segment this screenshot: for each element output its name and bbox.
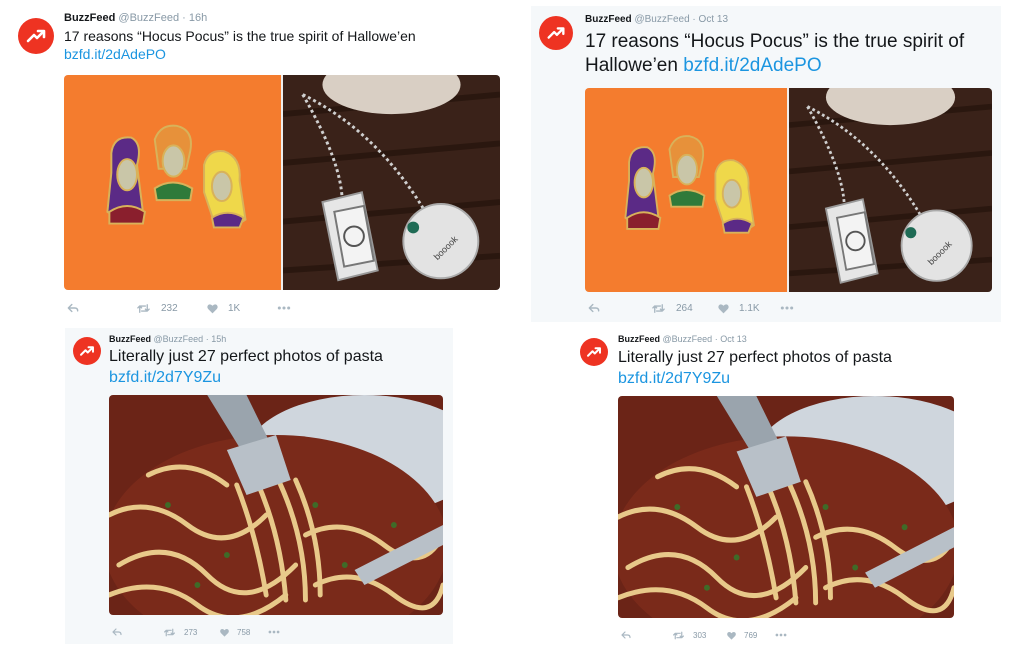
author-name[interactable]: BuzzFeed — [109, 334, 151, 344]
tweet-link[interactable]: bzfd.it/2d7Y9Zu — [618, 370, 730, 387]
tweet-text-body: Literally just 27 perfect photos of past… — [618, 349, 892, 366]
like-count: 1.1K — [739, 302, 760, 314]
pins-photo — [64, 75, 281, 290]
retweet-icon — [672, 629, 685, 642]
author-handle[interactable]: @BuzzFeed — [663, 334, 713, 344]
author-handle[interactable]: @BuzzFeed — [154, 334, 204, 344]
author-name[interactable]: BuzzFeed — [618, 334, 660, 344]
tweet-card: BuzzFeed @BuzzFeed · 15h Literally just … — [65, 328, 453, 644]
tweet-media[interactable] — [618, 396, 954, 618]
tweet-header: BuzzFeed @BuzzFeed · 16h — [64, 12, 207, 24]
tweet-card: BuzzFeed @BuzzFeed · Oct 13 17 reasons “… — [531, 6, 1001, 322]
tweet-text: 17 reasons “Hocus Pocus” is the true spi… — [585, 30, 990, 78]
tweet-link[interactable]: bzfd.it/2d7Y9Zu — [109, 369, 221, 386]
separator-dot: · — [692, 14, 696, 25]
separator-dot: · — [182, 12, 186, 24]
separator-dot: · — [205, 334, 209, 344]
buzzfeed-trending-arrow-icon — [24, 24, 48, 48]
author-handle[interactable]: @BuzzFeed — [118, 12, 179, 24]
reply-button[interactable] — [66, 301, 136, 315]
pasta-photo — [109, 395, 443, 615]
avatar[interactable] — [73, 337, 101, 365]
tweet-media[interactable]: booook — [585, 88, 992, 292]
retweet-button[interactable]: 264 — [651, 301, 717, 316]
retweet-button[interactable]: 273 — [163, 626, 219, 639]
pins-photo — [585, 88, 787, 292]
author-handle[interactable]: @BuzzFeed — [634, 14, 689, 25]
reply-button[interactable] — [587, 301, 651, 315]
retweet-icon — [651, 301, 666, 316]
like-button[interactable]: 1K — [206, 302, 276, 315]
tweet-text-body: 17 reasons “Hocus Pocus” is the true spi… — [64, 28, 416, 44]
avatar[interactable] — [539, 16, 573, 50]
reply-icon — [66, 301, 80, 315]
like-button[interactable]: 1.1K — [717, 302, 779, 315]
like-count: 758 — [237, 627, 251, 637]
action-bar: 264 1.1K — [587, 300, 795, 316]
retweet-button[interactable]: 303 — [672, 629, 726, 642]
like-count: 769 — [744, 630, 758, 640]
timestamp[interactable]: Oct 13 — [720, 334, 747, 344]
more-button[interactable] — [774, 628, 788, 642]
timestamp[interactable]: Oct 13 — [699, 14, 728, 25]
tweet-card: BuzzFeed @BuzzFeed · 16h 17 reasons “Hoc… — [8, 0, 513, 322]
tweet-text: 17 reasons “Hocus Pocus” is the true spi… — [64, 28, 494, 63]
separator-dot: · — [714, 334, 718, 344]
retweet-count: 232 — [161, 302, 178, 314]
ellipsis-icon — [779, 300, 795, 316]
more-button[interactable] — [779, 300, 795, 316]
author-name[interactable]: BuzzFeed — [64, 12, 115, 24]
heart-icon — [219, 627, 230, 638]
tweet-text-body: Literally just 27 perfect photos of past… — [109, 348, 383, 365]
tweet-header: BuzzFeed @BuzzFeed · 15h — [109, 334, 226, 344]
avatar[interactable] — [18, 18, 54, 54]
tweet-link[interactable]: bzfd.it/2dAdePO — [683, 55, 821, 76]
timestamp[interactable]: 15h — [211, 334, 226, 344]
action-bar: 303 769 — [620, 628, 788, 642]
ellipsis-icon — [774, 628, 788, 642]
pasta-photo — [618, 396, 954, 618]
like-button[interactable]: 769 — [726, 630, 774, 641]
reply-icon — [111, 626, 123, 638]
tweet-media[interactable]: booook — [64, 75, 500, 290]
tweet-text: Literally just 27 perfect photos of past… — [618, 347, 963, 389]
retweet-icon — [136, 301, 151, 316]
retweet-icon — [163, 626, 176, 639]
avatar[interactable] — [580, 338, 608, 366]
retweet-count: 303 — [693, 630, 707, 640]
ellipsis-icon — [267, 625, 281, 639]
tweet-card: BuzzFeed @BuzzFeed · Oct 13 Literally ju… — [572, 328, 972, 646]
action-bar: 273 758 — [111, 625, 281, 639]
necklace-photo: booook — [283, 75, 500, 290]
heart-icon — [726, 630, 737, 641]
retweet-button[interactable]: 232 — [136, 301, 206, 316]
author-name[interactable]: BuzzFeed — [585, 14, 632, 25]
reply-button[interactable] — [111, 626, 163, 638]
buzzfeed-trending-arrow-icon — [545, 22, 567, 44]
buzzfeed-trending-arrow-icon — [585, 343, 603, 361]
like-button[interactable]: 758 — [219, 627, 267, 638]
retweet-count: 264 — [676, 302, 693, 314]
like-count: 1K — [228, 302, 241, 314]
retweet-count: 273 — [184, 627, 198, 637]
tweet-link[interactable]: bzfd.it/2dAdePO — [64, 46, 166, 62]
tweet-header: BuzzFeed @BuzzFeed · Oct 13 — [585, 14, 728, 25]
action-bar: 232 1K — [66, 300, 292, 316]
more-button[interactable] — [267, 625, 281, 639]
heart-icon — [206, 302, 219, 315]
buzzfeed-trending-arrow-icon — [78, 342, 96, 360]
tweet-media[interactable] — [109, 395, 443, 615]
reply-icon — [587, 301, 601, 315]
tweet-text: Literally just 27 perfect photos of past… — [109, 346, 444, 388]
reply-icon — [620, 629, 632, 641]
tweet-header: BuzzFeed @BuzzFeed · Oct 13 — [618, 334, 747, 344]
necklace-photo: booook — [789, 88, 992, 292]
reply-button[interactable] — [620, 629, 672, 641]
ellipsis-icon — [276, 300, 292, 316]
more-button[interactable] — [276, 300, 292, 316]
timestamp[interactable]: 16h — [189, 12, 207, 24]
heart-icon — [717, 302, 730, 315]
